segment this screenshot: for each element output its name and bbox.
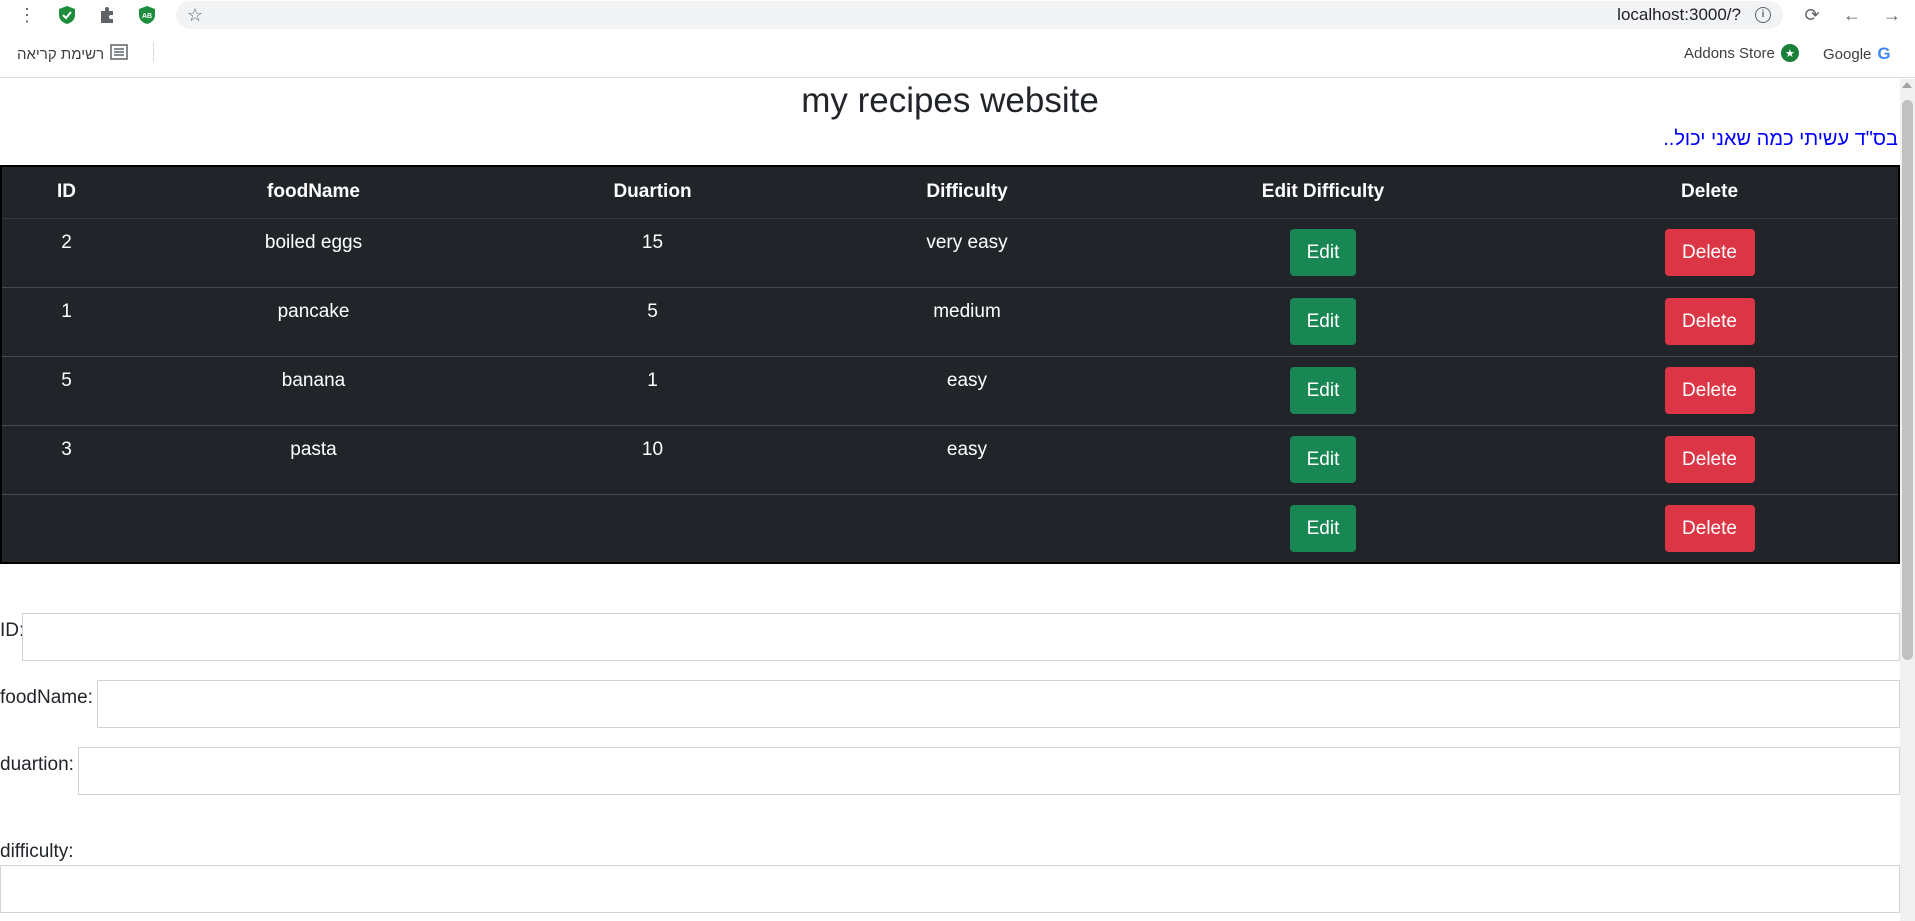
url-value: localhost:3000/?	[1617, 5, 1741, 24]
delete-button[interactable]: Delete	[1664, 366, 1755, 414]
edit-button[interactable]: Edit	[1290, 435, 1356, 483]
cell-difficulty: easy	[809, 355, 1125, 425]
cell-foodname: banana	[131, 355, 496, 425]
cell-difficulty: easy	[809, 424, 1125, 494]
id-label: ID:	[0, 620, 25, 641]
cell-foodname: pasta	[131, 424, 496, 494]
cell-delete: Delete	[1521, 355, 1899, 425]
puzzle-extensions-icon[interactable]	[96, 4, 118, 26]
cell-duration: 5	[496, 286, 809, 356]
table-row: 3 pasta 10 easy Edit Delete	[1, 424, 1899, 494]
header-id: ID	[1, 166, 131, 219]
cell-id: 2	[1, 217, 131, 287]
page-title: my recipes website	[801, 81, 1099, 120]
google-label: Google	[1823, 45, 1872, 63]
cell-delete: Delete	[1521, 493, 1899, 563]
cell-edit: Edit	[1125, 424, 1521, 494]
google-icon: G	[1877, 44, 1891, 63]
cell-difficulty: medium	[809, 286, 1125, 356]
id-input[interactable]	[22, 613, 1900, 661]
cell-duration: 10	[496, 424, 809, 494]
delete-button[interactable]: Delete	[1664, 435, 1755, 483]
cell-foodname	[131, 493, 496, 563]
hebrew-subtitle: בס"ד עשיתי כמה שאני יכול..	[1663, 128, 1898, 150]
cell-edit: Edit	[1125, 286, 1521, 356]
delete-button[interactable]: Delete	[1664, 228, 1755, 276]
recipes-table: ID foodName Duartion Difficulty Edit Dif…	[0, 165, 1900, 564]
edit-button[interactable]: Edit	[1290, 366, 1356, 414]
table-header-row: ID foodName Duartion Difficulty Edit Dif…	[1, 166, 1899, 219]
edit-button[interactable]: Edit	[1290, 228, 1356, 276]
cell-id: 1	[1, 286, 131, 356]
foodname-label: foodName:	[0, 687, 93, 708]
header-edit-difficulty: Edit Difficulty	[1125, 166, 1521, 219]
reading-list-bookmark[interactable]: רשימת קריאה	[17, 44, 128, 64]
delete-button[interactable]: Delete	[1664, 297, 1755, 345]
bookmarks-bar: רשימת קריאה Addons Store ★ Google G	[0, 30, 1915, 78]
cell-duration	[496, 493, 809, 563]
duration-input[interactable]	[78, 747, 1900, 795]
addons-store-bookmark[interactable]: Addons Store ★	[1684, 44, 1799, 62]
difficulty-input[interactable]	[0, 865, 1900, 913]
delete-button[interactable]: Delete	[1664, 504, 1755, 552]
cell-id: 3	[1, 424, 131, 494]
table-row: 2 boiled eggs 15 very easy Edit Delete	[1, 217, 1899, 287]
back-arrow-icon[interactable]: ←	[1841, 4, 1863, 26]
site-info-icon[interactable]: i	[1755, 7, 1771, 23]
header-difficulty: Difficulty	[809, 166, 1125, 219]
cell-duration: 1	[496, 355, 809, 425]
cell-difficulty: very easy	[809, 217, 1125, 287]
reading-list-label: רשימת קריאה	[17, 45, 105, 63]
header-duration: Duartion	[496, 166, 809, 219]
adblock-extension-icon[interactable]: AB	[136, 4, 158, 26]
duration-label: duartion:	[0, 754, 74, 775]
header-delete: Delete	[1521, 166, 1899, 219]
cell-edit: Edit	[1125, 217, 1521, 287]
google-bookmark[interactable]: Google G	[1823, 44, 1891, 64]
url-text[interactable]: localhost:3000/? i	[1617, 1, 1781, 29]
cell-difficulty	[809, 493, 1125, 563]
bookmarks-divider	[153, 42, 154, 62]
reload-icon[interactable]: ⟳	[1801, 4, 1823, 26]
reading-list-icon	[110, 44, 128, 64]
forward-arrow-icon[interactable]: →	[1881, 4, 1903, 26]
header-foodname: foodName	[131, 166, 496, 219]
svg-text:AB: AB	[142, 13, 152, 20]
scroll-up-arrow-icon[interactable]	[1902, 82, 1912, 88]
menu-kebab-icon[interactable]: ⋮	[16, 4, 38, 26]
table-row: 1 pancake 5 medium Edit Delete	[1, 286, 1899, 356]
addons-store-label: Addons Store	[1684, 44, 1775, 62]
cell-duration: 15	[496, 217, 809, 287]
edit-button[interactable]: Edit	[1290, 297, 1356, 345]
browser-toolbar: ⋮ AB ☆ localhost:3000/? i ⟳ ← →	[0, 0, 1915, 30]
star-bookmark-icon[interactable]: ☆	[184, 4, 206, 26]
cell-id	[1, 493, 131, 563]
table-row: Edit Delete	[1, 493, 1899, 563]
edit-button[interactable]: Edit	[1290, 504, 1356, 552]
cell-id: 5	[1, 355, 131, 425]
shield-extension-icon[interactable]	[56, 4, 78, 26]
cell-delete: Delete	[1521, 217, 1899, 287]
scrollbar-thumb[interactable]	[1902, 100, 1913, 660]
cell-delete: Delete	[1521, 424, 1899, 494]
foodname-input[interactable]	[97, 680, 1900, 728]
addons-store-icon: ★	[1780, 44, 1799, 62]
difficulty-label: difficulty:	[0, 841, 74, 862]
address-bar[interactable]: ☆ localhost:3000/? i	[176, 1, 1783, 29]
page-content: my recipes website בס"ד עשיתי כמה שאני י…	[0, 79, 1900, 921]
cell-foodname: boiled eggs	[131, 217, 496, 287]
cell-delete: Delete	[1521, 286, 1899, 356]
cell-edit: Edit	[1125, 355, 1521, 425]
cell-foodname: pancake	[131, 286, 496, 356]
table-row: 5 banana 1 easy Edit Delete	[1, 355, 1899, 425]
cell-edit: Edit	[1125, 493, 1521, 563]
